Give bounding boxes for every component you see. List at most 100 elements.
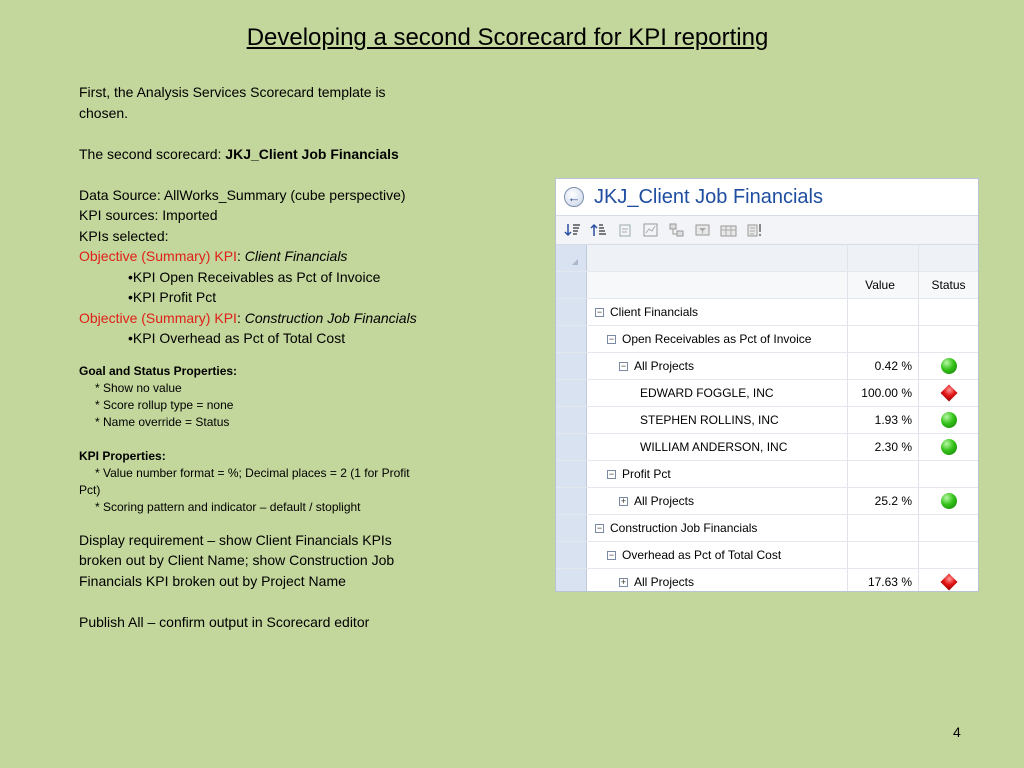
status-cell xyxy=(919,434,978,460)
scorecard-name: JKJ_Client Job Financials xyxy=(225,145,399,162)
value-cell xyxy=(848,326,919,352)
kpi-icon[interactable] xyxy=(746,222,763,238)
row-label-cell: − Profit Pct xyxy=(587,461,848,487)
scorecard-screenshot: ← JKJ_Client Job Financials Value Status… xyxy=(555,178,979,592)
table-row[interactable]: WILLIAM ANDERSON, INC 2.30 % xyxy=(556,434,978,461)
goal-item-2: * Score rollup type = none xyxy=(95,397,234,412)
status-column-header[interactable]: Status xyxy=(919,272,978,298)
goal-heading: Goal and Status Properties: xyxy=(79,363,238,378)
goal-item-1: * Show no value xyxy=(95,380,182,395)
row-label-cell: STEPHEN ROLLINS, INC xyxy=(587,407,848,433)
row-label-cell: − Construction Job Financials xyxy=(587,515,848,541)
chart-icon[interactable] xyxy=(642,222,659,238)
row-header xyxy=(556,380,587,406)
value-cell: 1.93 % xyxy=(848,407,919,433)
kpi-item-1: •KPI Open Receivables as Pct of Invoice xyxy=(128,268,381,285)
status-cell xyxy=(919,407,978,433)
scorecard-toolbar xyxy=(556,216,978,245)
page-number: 4 xyxy=(953,724,961,740)
grid-header-columns: Value Status xyxy=(556,272,978,299)
table-row[interactable]: − All Projects 0.42 % xyxy=(556,353,978,380)
value-column-header[interactable]: Value xyxy=(848,272,919,298)
scorecard-title: JKJ_Client Job Financials xyxy=(594,185,823,208)
table-row[interactable]: − Client Financials xyxy=(556,299,978,326)
scorecard-header: ← JKJ_Client Job Financials xyxy=(556,179,978,216)
status-cell xyxy=(919,461,978,487)
status-cell xyxy=(919,515,978,541)
intro-text: First, the Analysis Services Scorecard t… xyxy=(79,84,386,121)
row-label-cell: − Overhead as Pct of Total Cost xyxy=(587,542,848,568)
back-arrow-icon[interactable]: ← xyxy=(564,187,584,207)
kpi-sources-text: KPI sources: Imported xyxy=(79,207,218,223)
table-row[interactable]: − Profit Pct xyxy=(556,461,978,488)
row-header xyxy=(556,353,587,379)
table-row[interactable]: + All Projects 25.2 % xyxy=(556,488,978,515)
filter-icon[interactable] xyxy=(694,222,711,238)
expand-icon[interactable]: + xyxy=(619,577,628,587)
collapse-icon[interactable]: − xyxy=(607,334,616,344)
row-header xyxy=(556,515,587,541)
table-row[interactable]: + All Projects 17.63 % xyxy=(556,569,978,591)
objective-1: Objective (Summary) KPI: Client Financia… xyxy=(79,248,348,264)
table-row[interactable]: − Overhead as Pct of Total Cost xyxy=(556,542,978,569)
kpi-property-1: * Value number format = %; Decimal place… xyxy=(79,465,410,497)
status-cell xyxy=(919,542,978,568)
value-cell: 17.63 % xyxy=(848,569,919,591)
kpi-properties-heading: KPI Properties: xyxy=(79,448,166,463)
goal-item-3: * Name override = Status xyxy=(95,414,230,429)
kpis-selected-text: KPIs selected: xyxy=(79,227,169,244)
hierarchy-icon[interactable] xyxy=(668,222,685,238)
row-label: Open Receivables as Pct of Invoice xyxy=(622,332,812,346)
row-header xyxy=(556,569,587,591)
value-cell xyxy=(848,461,919,487)
row-label-cell: − All Projects xyxy=(587,353,848,379)
value-cell xyxy=(848,515,919,541)
table-row[interactable]: EDWARD FOGGLE, INC 100.00 % xyxy=(556,380,978,407)
value-cell: 25.2 % xyxy=(848,488,919,514)
row-header xyxy=(556,326,587,352)
row-label: WILLIAM ANDERSON, INC xyxy=(640,440,788,454)
table-row[interactable]: − Construction Job Financials xyxy=(556,515,978,542)
value-cell: 100.00 % xyxy=(848,380,919,406)
red-diamond-icon xyxy=(940,384,957,402)
value-cell: 2.30 % xyxy=(848,434,919,460)
sort-ascending-icon[interactable] xyxy=(590,222,607,238)
row-header xyxy=(556,407,587,433)
row-label: Client Financials xyxy=(610,305,699,319)
row-label-cell: + All Projects xyxy=(587,569,848,591)
kpi-property-2: * Scoring pattern and indicator – defaul… xyxy=(95,499,361,514)
collapse-icon[interactable]: − xyxy=(619,361,628,371)
status-cell xyxy=(919,326,978,352)
kpi-item-2: •KPI Profit Pct xyxy=(128,289,217,305)
data-source-text: Data Source: AllWorks_Summary (cube pers… xyxy=(79,186,406,203)
green-stoplight-icon xyxy=(940,439,957,455)
green-stoplight-icon xyxy=(940,358,957,374)
table-row[interactable]: STEPHEN ROLLINS, INC 1.93 % xyxy=(556,407,978,434)
slide-body: First, the Analysis Services Scorecard t… xyxy=(79,82,419,632)
row-label: All Projects xyxy=(634,575,695,589)
expand-icon[interactable]: + xyxy=(619,496,628,506)
collapse-icon[interactable]: − xyxy=(595,307,604,317)
row-label: Construction Job Financials xyxy=(610,521,758,535)
row-label: All Projects xyxy=(634,494,695,508)
publish-text: Publish All – confirm output in Scorecar… xyxy=(79,613,370,630)
status-cell xyxy=(919,569,978,591)
table-icon[interactable] xyxy=(720,222,737,238)
row-label: All Projects xyxy=(634,359,695,373)
sort-descending-icon[interactable] xyxy=(564,222,581,238)
value-cell xyxy=(848,299,919,325)
row-label-cell: − Open Receivables as Pct of Invoice xyxy=(587,326,848,352)
row-header xyxy=(556,299,587,325)
value-cell xyxy=(848,542,919,568)
collapse-icon[interactable]: − xyxy=(595,523,604,533)
red-diamond-icon xyxy=(940,573,957,591)
table-row[interactable]: − Open Receivables as Pct of Invoice xyxy=(556,326,978,353)
row-header xyxy=(556,461,587,487)
row-header xyxy=(556,542,587,568)
status-cell xyxy=(919,299,978,325)
collapse-icon[interactable]: − xyxy=(607,469,616,479)
scorecard-grid: Value Status − Client Financials − Open Rec… xyxy=(556,245,978,591)
collapse-icon[interactable]: − xyxy=(607,550,616,560)
grid-header-top xyxy=(556,245,978,272)
properties-icon[interactable] xyxy=(616,222,633,238)
